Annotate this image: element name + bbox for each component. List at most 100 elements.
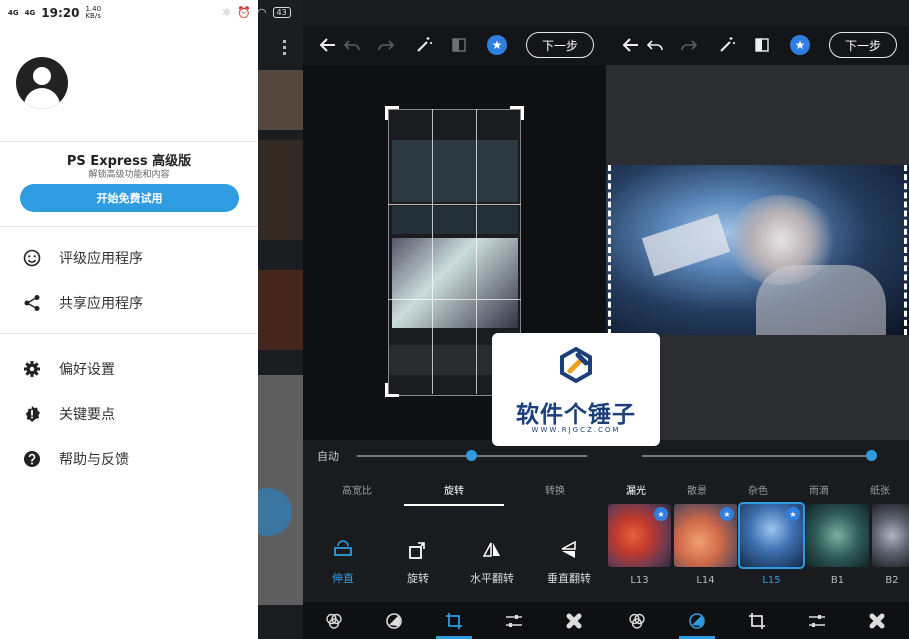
tab-grain[interactable]: 杂色 bbox=[738, 482, 778, 497]
looks-icon[interactable] bbox=[626, 610, 648, 632]
rotate-tool[interactable]: 旋转 bbox=[396, 540, 440, 586]
wifi-icon: ◠ bbox=[256, 6, 267, 19]
thumbnail-label: B2 bbox=[885, 575, 899, 586]
rotation-slider-thumb[interactable] bbox=[466, 450, 477, 461]
menu-label: 关键要点 bbox=[59, 407, 115, 423]
dimmed-card bbox=[258, 140, 303, 240]
straighten-label: 伸直 bbox=[332, 572, 354, 585]
gear-icon bbox=[22, 359, 42, 379]
avatar[interactable] bbox=[16, 57, 68, 109]
thumbnail-l13[interactable]: ★ bbox=[608, 504, 671, 567]
premium-star-icon: ★ bbox=[654, 507, 668, 521]
premium-star-icon[interactable]: ★ bbox=[790, 35, 810, 55]
menu-key-points[interactable]: 关键要点 bbox=[0, 396, 258, 432]
overlay-icon[interactable] bbox=[686, 610, 708, 632]
thumbnail-l14[interactable]: ★ bbox=[674, 504, 737, 567]
redo-icon[interactable] bbox=[375, 34, 397, 56]
editor-right-toolbar: ★ 下一步 bbox=[606, 25, 909, 65]
adjustments-icon[interactable] bbox=[806, 610, 828, 632]
watermark-emblem-icon bbox=[560, 346, 592, 384]
status-time: 19:20 bbox=[41, 5, 80, 20]
menu-preferences[interactable]: 偏好设置 bbox=[0, 351, 258, 387]
status-bar-right: ✱ ⏰ ◠ 43 bbox=[222, 6, 291, 19]
undo-icon[interactable] bbox=[644, 34, 666, 56]
next-step-button[interactable]: 下一步 bbox=[829, 32, 897, 58]
compare-icon[interactable] bbox=[751, 34, 773, 56]
looks-icon[interactable] bbox=[323, 610, 345, 632]
overlay-icon[interactable] bbox=[383, 610, 405, 632]
dimmed-card bbox=[258, 70, 303, 130]
divider bbox=[0, 226, 258, 227]
menu-label: 共享应用程序 bbox=[59, 296, 143, 312]
navigation-drawer: 4G 4G 19:20 1.40 KB/s PS Express 高级版 解锁高… bbox=[0, 0, 258, 639]
tab-rotate[interactable]: 旋转 bbox=[434, 482, 474, 497]
rotate-tools: 伸直 旋转 水平翻转 垂直翻转 bbox=[303, 510, 606, 602]
tab-bokeh[interactable]: 散景 bbox=[677, 482, 717, 497]
watermark-logo: 软件个锤子 WWW.RJGCZ.COM bbox=[492, 333, 660, 446]
straighten-tool[interactable]: 伸直 bbox=[321, 540, 365, 586]
flip-horizontal-label: 水平翻转 bbox=[470, 572, 514, 585]
bottom-nav-right bbox=[606, 602, 909, 639]
crop-corner-tl[interactable] bbox=[385, 106, 399, 120]
menu-help-feedback[interactable]: 帮助与反馈 bbox=[0, 441, 258, 477]
alarm-icon: ⏰ bbox=[237, 6, 251, 19]
next-step-button[interactable]: 下一步 bbox=[526, 32, 594, 58]
effect-slider-track[interactable] bbox=[642, 455, 872, 457]
flip-vertical-icon bbox=[561, 540, 576, 558]
menu-label: 帮助与反馈 bbox=[59, 452, 129, 468]
bottom-nav-left bbox=[303, 602, 606, 639]
start-free-trial-button[interactable]: 开始免费试用 bbox=[20, 184, 239, 212]
undo-icon[interactable] bbox=[341, 34, 363, 56]
crop-corner-tr[interactable] bbox=[510, 106, 524, 120]
photo-border-right bbox=[904, 165, 907, 335]
divider bbox=[0, 141, 258, 142]
tab-aspect-ratio[interactable]: 高宽比 bbox=[337, 482, 377, 497]
straighten-icon bbox=[334, 540, 352, 556]
menu-share-app[interactable]: 共享应用程序 bbox=[0, 285, 258, 321]
premium-star-icon: ★ bbox=[720, 507, 734, 521]
back-arrow-icon[interactable] bbox=[620, 34, 642, 56]
healing-icon[interactable] bbox=[866, 610, 888, 632]
rotate-label: 旋转 bbox=[407, 572, 429, 585]
premium-star-icon[interactable]: ★ bbox=[487, 35, 507, 55]
alert-badge-icon bbox=[22, 404, 42, 424]
photo-preview bbox=[606, 165, 909, 335]
tab-paper[interactable]: 纸张 bbox=[860, 482, 900, 497]
thumbnail-b2[interactable] bbox=[872, 504, 909, 567]
tab-light-leak[interactable]: 漏光 bbox=[616, 482, 656, 497]
magic-wand-icon[interactable] bbox=[716, 34, 738, 56]
photo-border-left bbox=[608, 165, 611, 335]
adjustments-icon[interactable] bbox=[503, 610, 525, 632]
watermark-url: WWW.RJGCZ.COM bbox=[531, 426, 621, 434]
flip-vertical-tool[interactable]: 垂直翻转 bbox=[541, 540, 597, 586]
crop-tabs: 高宽比 旋转 转换 bbox=[303, 472, 606, 510]
thumbnail-label: L15 bbox=[762, 575, 781, 586]
magic-wand-icon[interactable] bbox=[413, 34, 435, 56]
menu-rate-app[interactable]: 评级应用程序 bbox=[0, 240, 258, 276]
compare-icon[interactable] bbox=[448, 34, 470, 56]
crop-icon[interactable] bbox=[443, 610, 465, 632]
overflow-menu-icon[interactable] bbox=[283, 40, 287, 56]
crop-icon[interactable] bbox=[746, 610, 768, 632]
thumbnail-l15[interactable]: ★ bbox=[738, 502, 805, 569]
flip-horizontal-tool[interactable]: 水平翻转 bbox=[467, 540, 517, 586]
effect-slider-thumb[interactable] bbox=[866, 450, 877, 461]
back-arrow-icon[interactable] bbox=[317, 34, 339, 56]
tab-raindrops[interactable]: 雨滴 bbox=[799, 482, 839, 497]
signal-icon: 4G bbox=[8, 8, 19, 17]
smiley-icon bbox=[22, 248, 42, 268]
watermark-title: 软件个锤子 bbox=[516, 402, 636, 428]
screenshot-root: ★ 下一步 自动 高宽比 旋转 转换 伸直 旋转 水平翻转 垂直翻转 ★ 下一步… bbox=[0, 0, 909, 639]
thumbnail-b1[interactable] bbox=[806, 504, 869, 567]
redo-icon[interactable] bbox=[678, 34, 700, 56]
signal-icon: 4G bbox=[24, 8, 36, 17]
healing-icon[interactable] bbox=[563, 610, 585, 632]
tab-transform[interactable]: 转换 bbox=[535, 482, 575, 497]
battery-icon: 43 bbox=[272, 7, 291, 18]
bluetooth-icon: ✱ bbox=[222, 6, 232, 19]
active-tab-indicator bbox=[404, 504, 504, 506]
flip-horizontal-icon bbox=[482, 542, 500, 557]
crop-corner-bl[interactable] bbox=[385, 383, 399, 397]
divider bbox=[0, 333, 258, 334]
status-bar: 4G 4G 19:20 1.40 KB/s bbox=[0, 0, 258, 25]
